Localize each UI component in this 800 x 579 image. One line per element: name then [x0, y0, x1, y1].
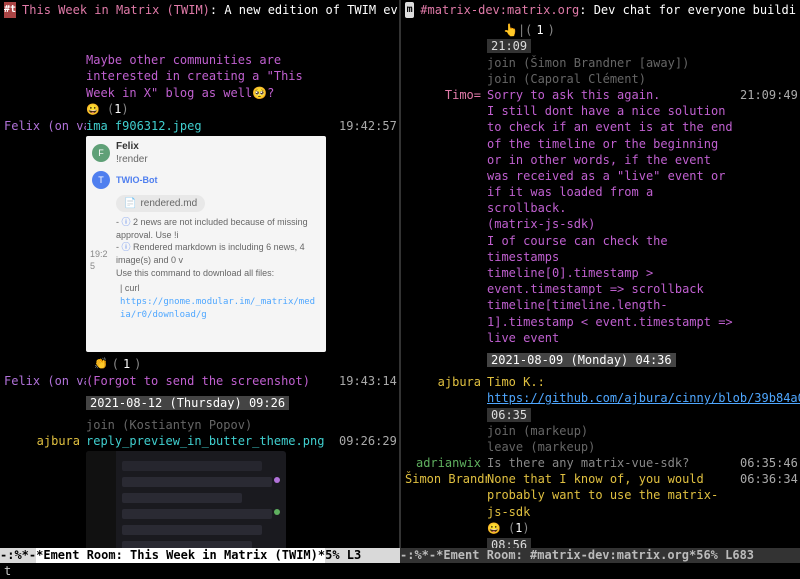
image-thumbnail[interactable]	[86, 451, 286, 548]
right-pane: m #matrix-dev:matrix.org: Dev chat for e…	[401, 0, 800, 548]
message-sender: ajbura	[405, 374, 487, 390]
room-name: This Week in Matrix (TWIM)	[22, 3, 210, 17]
preview-url[interactable]: https://gnome.modular.im/_matrix/media/r…	[120, 297, 315, 321]
message-timestamp: 19:43:14	[335, 373, 395, 389]
modeline-left[interactable]: -:%*- *Ement Room: This Week in Matrix (…	[0, 548, 400, 563]
modeline-row: -:%*- *Ement Room: This Week in Matrix (…	[0, 548, 800, 563]
reaction-emoji[interactable]: 👏	[94, 357, 108, 372]
message-body: Is there any matrix-vue-sdk?	[487, 455, 736, 471]
message-sender: Šimon Brandner	[405, 471, 487, 487]
preview-command: !render	[116, 153, 148, 167]
left-pane: #t This Week in Matrix (TWIM): A new edi…	[0, 0, 401, 548]
preview-chip: 📄 rendered.md	[116, 195, 205, 213]
membership-event: leave (markeup)	[487, 439, 736, 455]
read-count: 1	[536, 22, 543, 38]
minibuffer[interactable]: t	[0, 563, 800, 579]
room-name: #matrix-dev:matrix.org	[420, 3, 579, 17]
modeline-buffer-name: *Ement Room: #matrix-dev:matrix.org*	[436, 548, 696, 563]
image-preview: F Felix !render T TWIO-Bot 📄 rendered.md	[86, 136, 326, 353]
time-divider: 08:56	[487, 538, 531, 548]
modeline-position: 5% L3	[325, 548, 361, 563]
message-timestamp: 09:26:29	[335, 433, 395, 449]
room-badge-icon: m	[405, 2, 414, 18]
preview-line: Use this command to download all files:	[116, 267, 318, 280]
read-marker: 👆|(1)	[405, 22, 796, 38]
membership-event: join (markeup)	[487, 423, 736, 439]
message-sender: Felix (on vaca	[4, 373, 86, 389]
time-divider: 21:09	[487, 39, 531, 53]
modeline-buffer-name: *Ement Room: This Week in Matrix (TWIM)*	[36, 548, 325, 563]
message-timestamp: 21:09:49	[736, 87, 796, 103]
modeline-position: 56% L683	[696, 548, 754, 563]
reply-target: Timo K.:	[487, 375, 545, 389]
membership-event: join (Kostiantyn Popov)	[86, 417, 335, 433]
room-topic: Dev chat for everyone buildi	[594, 3, 796, 17]
room-topic: A new edition of TWIM ev	[224, 3, 397, 17]
attachment-name[interactable]: ima f906312.jpeg	[86, 118, 335, 134]
reaction-emoji[interactable]: 😀	[86, 103, 100, 116]
time-divider: 06:35	[487, 408, 531, 422]
room-badge-icon: #t	[4, 2, 16, 18]
message-timestamp: 06:35:46	[736, 455, 796, 471]
left-pane-header: #t This Week in Matrix (TWIM): A new edi…	[0, 0, 399, 20]
reaction-emoji[interactable]: 😀	[487, 522, 501, 535]
preview-sender: Felix	[116, 140, 148, 154]
message-link[interactable]: https://github.com/ajbura/cinny/blob/39b…	[487, 391, 800, 405]
preview-line: Rendered markdown is including 6 news, 4…	[116, 242, 305, 265]
message-body: Maybe other communities are interested i…	[86, 52, 335, 101]
message-body: None that I know of, you would probably …	[487, 471, 736, 520]
membership-event: join (Caporal Clément)	[487, 71, 736, 87]
message-sender: Timo=	[405, 87, 487, 103]
message-sender: adrianwix	[405, 455, 487, 471]
preview-ts: 19:25	[90, 248, 110, 272]
membership-event: join (Šimon Brandner [away])	[487, 55, 736, 71]
preview-line: 2 news are not included because of missi…	[116, 217, 308, 240]
preview-bot-name: TWIO-Bot	[116, 174, 157, 186]
message-body: Sorry to ask this again. I still dont ha…	[487, 87, 736, 346]
date-divider: 2021-08-09 (Monday) 04:36	[487, 353, 676, 367]
message-sender: Felix (on vaca	[4, 118, 86, 134]
message-timestamp: 19:42:57	[335, 118, 395, 134]
left-message-list[interactable]: Maybe other communities are interested i…	[0, 20, 399, 548]
message-sender: ajbura	[4, 433, 86, 449]
right-pane-header: m #matrix-dev:matrix.org: Dev chat for e…	[401, 0, 800, 20]
message-timestamp: 06:36:34	[736, 471, 796, 487]
modeline-right[interactable]: -:%*- *Ement Room: #matrix-dev:matrix.or…	[400, 548, 800, 563]
message-body: (Forgot to send the screenshot)	[86, 373, 335, 389]
read-marker: 👏 (1)	[4, 356, 395, 372]
attachment-name[interactable]: reply_preview_in_butter_theme.png	[86, 433, 335, 449]
reaction-count: 1	[123, 356, 130, 372]
date-divider: 2021-08-12 (Thursday) 09:26	[86, 396, 289, 410]
right-message-list[interactable]: 👆|(1) 21:09 join (Šimon Brandner [away])…	[401, 20, 800, 548]
